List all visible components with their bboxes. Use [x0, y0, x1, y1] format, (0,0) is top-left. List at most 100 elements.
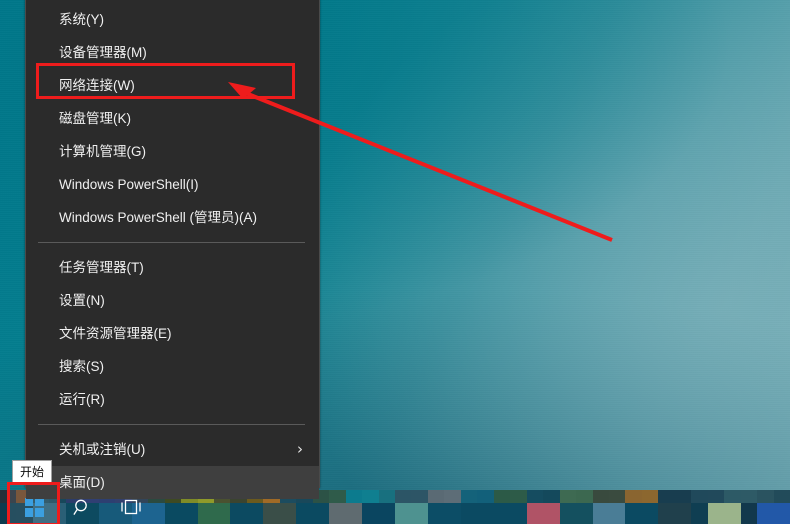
taskbar-mosaic-block [559, 503, 577, 524]
taskbar-mosaic-block [345, 490, 363, 503]
taskbar-mosaic-block [510, 490, 527, 503]
taskbar-mosaic-block [526, 503, 544, 524]
menu-item-label: 桌面(D) [59, 475, 105, 490]
menu-item-label: 计算机管理(G) [59, 144, 146, 159]
chevron-right-icon: › [297, 440, 303, 458]
screenshot-root: 系统(Y) 设备管理器(M) 网络连接(W) 磁盘管理(K) 计算机管理(G) … [0, 0, 790, 524]
taskbar-mosaic-block [345, 503, 363, 524]
taskbar-mosaic-block [526, 490, 544, 503]
menu-item-label: 磁盘管理(K) [59, 111, 131, 126]
taskbar-mosaic-block [444, 490, 461, 503]
taskbar-mosaic-block [444, 503, 461, 524]
taskbar-mosaic-block [592, 503, 609, 524]
taskbar-mosaic-block [493, 503, 511, 524]
taskbar-mosaic-block [246, 503, 264, 524]
taskbar-mosaic-block [608, 490, 626, 503]
taskbar-mosaic-block [460, 490, 478, 503]
menu-item-label: 搜索(S) [59, 359, 104, 374]
taskbar-mosaic-block [691, 490, 708, 503]
taskbar-mosaic-block [576, 490, 593, 503]
taskbar-mosaic-block [296, 503, 313, 524]
taskbar-mosaic-block [641, 490, 659, 503]
taskbar-mosaic-block [757, 503, 774, 524]
taskbar-mosaic-block [724, 503, 741, 524]
taskbar-mosaic-block [263, 503, 280, 524]
menu-item-label: 网络连接(W) [59, 78, 135, 93]
menu-item-label: 任务管理器(T) [59, 260, 144, 275]
taskbar-mosaic-block [230, 503, 247, 524]
taskbar-mosaic-block [674, 503, 692, 524]
taskbar-mosaic-block [312, 503, 330, 524]
taskbar-mosaic-block [773, 490, 790, 503]
taskbar-mosaic-block [362, 503, 379, 524]
taskbar-mosaic-block [493, 490, 511, 503]
taskbar-mosaic-block [757, 490, 774, 503]
menu-item-label: 关机或注销(U) [59, 442, 146, 457]
taskbar-mosaic-block [477, 490, 494, 503]
taskbar-mosaic-block [411, 503, 428, 524]
taskbar-mosaic-block [378, 490, 395, 503]
menu-item-label: 设备管理器(M) [59, 45, 147, 60]
taskbar-mosaic-block [576, 503, 593, 524]
taskbar-mosaic-block [213, 503, 231, 524]
taskbar-mosaic-block [707, 503, 725, 524]
taskbar-mosaic-block [543, 490, 560, 503]
menu-item-system[interactable]: 系统(Y) [26, 3, 319, 36]
taskbar-mosaic-block [510, 503, 527, 524]
taskbar-mosaic-block [773, 503, 790, 524]
menu-item-settings[interactable]: 设置(N) [26, 284, 319, 317]
menu-separator-1 [38, 242, 305, 243]
menu-item-label: Windows PowerShell(I) [59, 177, 199, 192]
menu-item-label: Windows PowerShell (管理员)(A) [59, 210, 258, 225]
menu-item-network-connections[interactable]: 网络连接(W) [26, 69, 319, 102]
menu-item-label: 设置(N) [59, 293, 105, 308]
menu-item-powershell-admin[interactable]: Windows PowerShell (管理员)(A) [26, 201, 319, 234]
menu-item-device-manager[interactable]: 设备管理器(M) [26, 36, 319, 69]
taskbar-mosaic-block [329, 490, 346, 503]
menu-separator-2 [38, 424, 305, 425]
taskbar-mosaic-block [427, 503, 445, 524]
task-view-icon [121, 499, 141, 515]
taskbar-mosaic-block [674, 490, 692, 503]
taskbar-mosaic-block [362, 490, 379, 503]
taskbar-mosaic-block [559, 490, 577, 503]
taskbar-mosaic-block [477, 503, 494, 524]
menu-item-search[interactable]: 搜索(S) [26, 350, 319, 383]
taskbar-mosaic-block [329, 503, 346, 524]
taskbar-mosaic-block [181, 503, 198, 524]
taskbar-mosaic-block [740, 503, 758, 524]
taskbar-mosaic-block [164, 503, 182, 524]
taskbar-mosaic-block [395, 490, 412, 503]
menu-item-shutdown-or-signout[interactable]: 关机或注销(U) › [26, 433, 319, 466]
taskbar-mosaic-block [740, 490, 758, 503]
taskbar-mosaic-block [427, 490, 445, 503]
taskbar-mosaic-block [543, 503, 560, 524]
taskbar-mosaic-block [411, 490, 428, 503]
menu-item-powershell[interactable]: Windows PowerShell(I) [26, 168, 319, 201]
menu-item-desktop[interactable]: 桌面(D) [26, 466, 319, 499]
taskbar-mosaic-block [658, 490, 675, 503]
taskbar-mosaic-block [658, 503, 675, 524]
annotation-box-start-button [7, 482, 60, 524]
menu-item-task-manager[interactable]: 任务管理器(T) [26, 251, 319, 284]
taskbar-mosaic-block [625, 490, 642, 503]
taskbar-mosaic-block [724, 490, 741, 503]
taskbar-mosaic-block [625, 503, 642, 524]
menu-item-label: 运行(R) [59, 392, 105, 407]
taskbar-mosaic-block [460, 503, 478, 524]
menu-item-disk-management[interactable]: 磁盘管理(K) [26, 102, 319, 135]
menu-item-computer-management[interactable]: 计算机管理(G) [26, 135, 319, 168]
menu-item-file-explorer[interactable]: 文件资源管理器(E) [26, 317, 319, 350]
taskbar-mosaic-block [378, 503, 395, 524]
search-icon [72, 499, 87, 515]
taskbar-mosaic-block [641, 503, 659, 524]
taskbar-mosaic-block [395, 503, 412, 524]
taskbar-mosaic-block [707, 490, 725, 503]
taskbar-mosaic-block [279, 503, 297, 524]
taskbar-mosaic-block [592, 490, 609, 503]
winx-context-menu[interactable]: 系统(Y) 设备管理器(M) 网络连接(W) 磁盘管理(K) 计算机管理(G) … [25, 0, 320, 499]
menu-item-run[interactable]: 运行(R) [26, 383, 319, 416]
taskbar-mosaic-block [197, 503, 214, 524]
taskbar-mosaic-block [691, 503, 708, 524]
taskbar-mosaic-block [608, 503, 626, 524]
